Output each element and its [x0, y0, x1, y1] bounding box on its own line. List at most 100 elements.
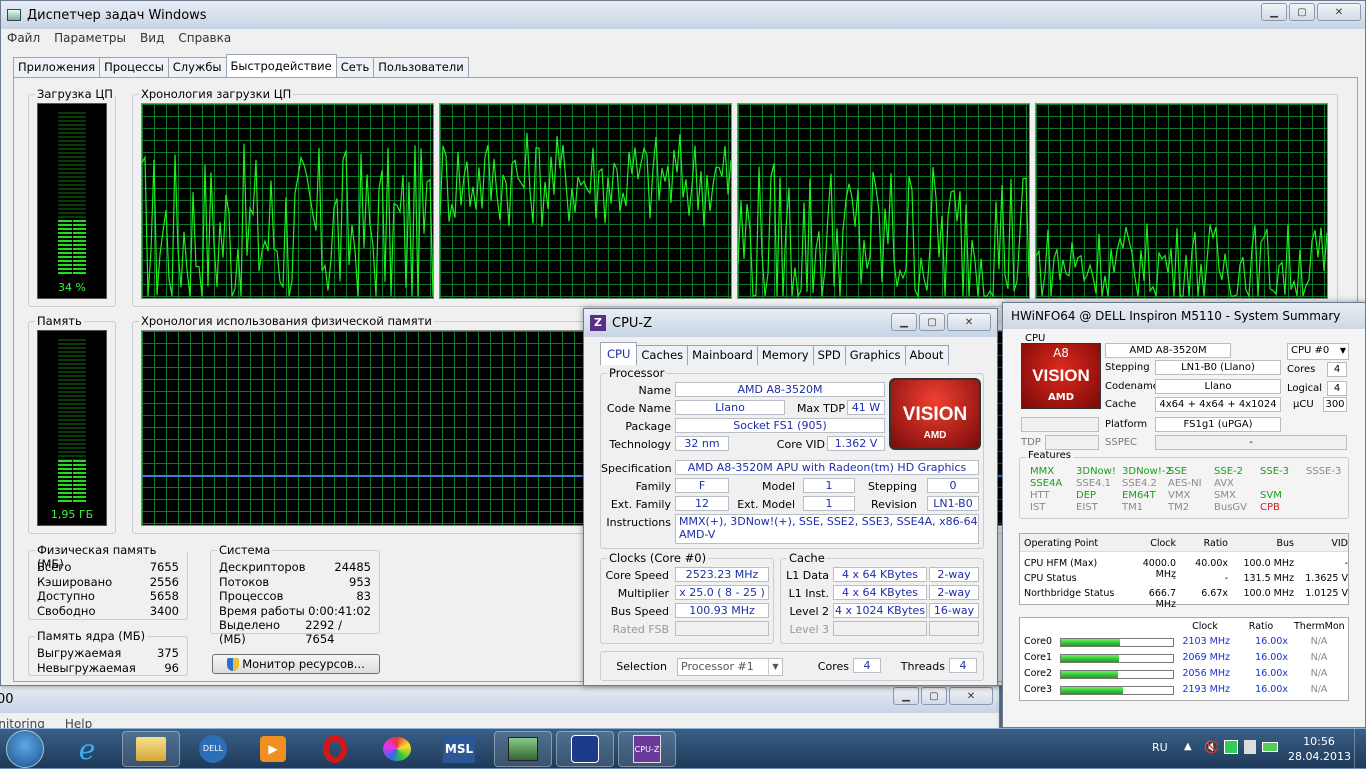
tray-arrow-icon[interactable]: ▲: [1184, 741, 1192, 752]
hw-platform-label: Platform: [1105, 419, 1148, 430]
cpu-select-dropdown[interactable]: CPU #0 ▼: [1287, 343, 1349, 360]
battery-icon[interactable]: [1262, 742, 1278, 752]
feature-sse: SSE: [1168, 466, 1188, 477]
core-load-fill: [1061, 687, 1123, 694]
hwinfo-icon[interactable]: [494, 731, 552, 767]
clock-date: 28.04.2013: [1288, 750, 1351, 763]
tab-graphics[interactable]: Graphics: [844, 345, 906, 365]
family-label: Family: [635, 480, 671, 493]
clock-time: 10:56: [1303, 735, 1335, 748]
selection-label: Selection: [616, 660, 667, 673]
tab-memory[interactable]: Memory: [756, 345, 814, 365]
feature-cpb: CPB: [1260, 502, 1280, 513]
tab-applications[interactable]: Приложения: [13, 57, 101, 77]
tab-performance[interactable]: Быстродействие: [225, 54, 337, 77]
op-header-row: Operating Point Clock Ratio Bus VID: [1020, 534, 1348, 552]
selection-dropdown[interactable]: Processor #1 ▼: [677, 658, 783, 676]
close-button[interactable]: ✕: [949, 687, 993, 705]
op-cell: 1.0125 V: [1305, 588, 1348, 599]
system-handles-value: 24485: [334, 560, 371, 574]
selection-value: Processor #1: [681, 660, 754, 673]
features-label: Features: [1026, 450, 1073, 461]
memory-value: 1,95 ГБ: [50, 508, 94, 521]
tab-about[interactable]: About: [904, 345, 949, 365]
maximize-button[interactable]: ▢: [1289, 3, 1315, 21]
tab-spd[interactable]: SPD: [812, 345, 846, 365]
clock[interactable]: 10:56 28.04.2013: [1288, 734, 1351, 764]
corespeed-label: Core Speed: [605, 569, 669, 582]
language-indicator[interactable]: RU: [1152, 741, 1168, 754]
core-name: Core3: [1024, 684, 1053, 695]
features-group: Features MMX 3DNow! 3DNow!-2 SSE SSE-2 SSE-3 S…: [1019, 450, 1349, 519]
kernel-memory-group: Память ядра (МБ) Выгружаемая 375 Невыгруж…: [28, 629, 188, 676]
tab-caches[interactable]: Caches: [636, 345, 689, 365]
ie-icon[interactable]: e: [58, 731, 116, 767]
physmem-available-label: Доступно: [37, 589, 95, 603]
task-manager-titlebar[interactable]: Диспетчер задач Windows ▁ ▢ ✕: [1, 1, 1365, 29]
physmem-free-label: Свободно: [37, 603, 96, 618]
tab-cpu[interactable]: CPU: [600, 342, 638, 365]
tab-users[interactable]: Пользователи: [373, 57, 469, 77]
core-load-fill: [1061, 655, 1120, 662]
flag-icon[interactable]: [1244, 740, 1256, 754]
feature-smx: SMX: [1214, 490, 1236, 501]
cpuz-icon[interactable]: CPU-Z: [618, 731, 676, 767]
system-commit-label: Выделено (МБ): [219, 618, 280, 646]
menu-file[interactable]: Файл: [7, 31, 40, 45]
media-player-icon[interactable]: ▶: [244, 731, 302, 767]
core-ratio: 16.00x: [1255, 684, 1288, 695]
core-thermmon: N/A: [1310, 636, 1328, 647]
menu-options[interactable]: Параметры: [54, 31, 126, 45]
feature-svm: SVM: [1260, 490, 1282, 501]
msl-icon[interactable]: MSL: [430, 731, 488, 767]
tab-mainboard[interactable]: Mainboard: [687, 345, 758, 365]
resource-monitor-button[interactable]: Монитор ресурсов...: [212, 654, 380, 674]
bench-icon[interactable]: [556, 731, 614, 767]
close-button[interactable]: ✕: [947, 313, 991, 331]
l1data-way: 2-way: [929, 567, 979, 582]
opera-icon[interactable]: [306, 731, 364, 767]
minimize-button[interactable]: ▁: [1261, 3, 1287, 21]
hw-codename-label: Codename: [1105, 381, 1159, 392]
feature-busgv: BusGV: [1214, 502, 1247, 513]
op-header-0: Operating Point: [1024, 538, 1099, 549]
show-desktop-button[interactable]: [1354, 729, 1366, 769]
maximize-button[interactable]: ▢: [919, 313, 945, 331]
tab-networking[interactable]: Сеть: [335, 57, 375, 77]
tab-services[interactable]: Службы: [167, 57, 227, 77]
hwinfo-titlebar[interactable]: HWiNFO64 @ DELL Inspiron M5110 - System …: [1003, 303, 1365, 329]
op-cell: 1.3625 V: [1305, 573, 1348, 584]
start-orb-icon[interactable]: [6, 730, 44, 768]
op-header-2: Ratio: [1203, 538, 1228, 549]
feature-tm2: TM2: [1168, 502, 1190, 513]
core-load-bar: [1060, 654, 1174, 663]
physical-memory-group: Физическая память (МБ) Всего 7655 Кэширов…: [28, 543, 188, 620]
minimize-button[interactable]: ▁: [893, 687, 919, 705]
model-label: Model: [761, 480, 795, 493]
name-field: AMD A8-3520M: [675, 382, 885, 397]
network-icon[interactable]: [1224, 740, 1238, 754]
cpuz-titlebar[interactable]: Z CPU-Z ▁ ▢ ✕: [584, 309, 997, 337]
op-cell: Northbridge Status: [1024, 588, 1115, 599]
system-processes-value: 83: [356, 589, 371, 603]
physmem-total-value: 7655: [149, 560, 179, 574]
close-button[interactable]: ✕: [1317, 3, 1361, 21]
menu-help[interactable]: Справка: [178, 31, 231, 45]
tab-processes[interactable]: Процессы: [99, 57, 169, 77]
menu-view[interactable]: Вид: [140, 31, 164, 45]
level3-way: [929, 621, 979, 636]
volume-icon[interactable]: 🔇: [1204, 740, 1219, 754]
paint-icon[interactable]: [368, 731, 426, 767]
feature-htt: HTT: [1030, 490, 1050, 501]
taskmgr-app-icon: [7, 9, 21, 21]
dell-icon[interactable]: DELL: [184, 731, 242, 767]
minimize-button[interactable]: ▁: [891, 313, 917, 331]
cpu-history-graph-core0: [141, 103, 434, 299]
cpu-history-line: [142, 143, 434, 297]
maximize-button[interactable]: ▢: [921, 687, 947, 705]
feature-em64t: EM64T: [1122, 490, 1156, 501]
hw-sspec-field: -: [1155, 435, 1347, 450]
background-window-titlebar[interactable]: 00 ▁ ▢ ✕: [0, 685, 999, 713]
resource-monitor-label: Монитор ресурсов...: [242, 657, 365, 671]
explorer-icon[interactable]: [122, 731, 180, 767]
